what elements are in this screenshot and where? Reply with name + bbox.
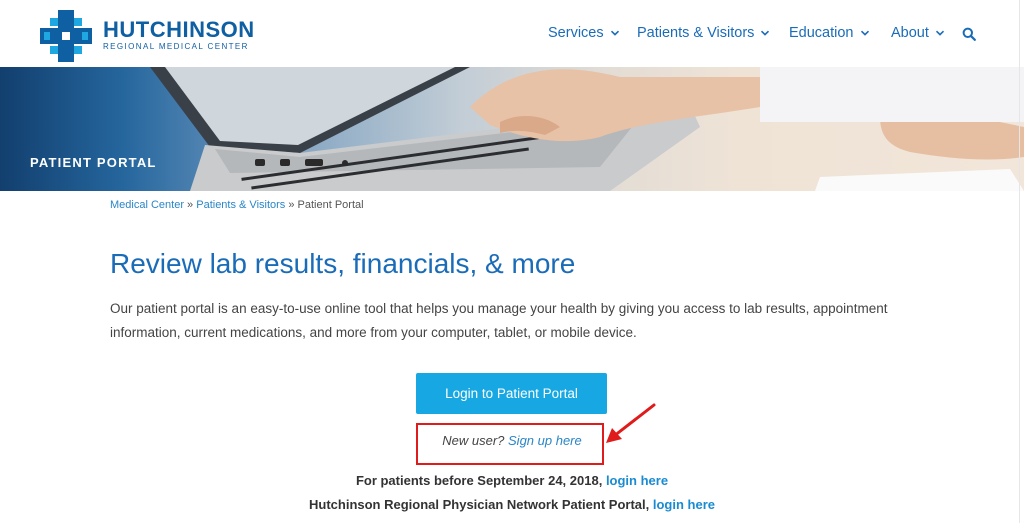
breadcrumb-link-patients-visitors[interactable]: Patients & Visitors: [196, 199, 285, 211]
sign-up-link[interactable]: Sign up here: [508, 433, 582, 448]
new-user-line: New user? Sign up here: [0, 433, 1024, 448]
nav-label: Patients & Visitors: [637, 25, 755, 41]
breadcrumb-separator: »: [288, 199, 295, 211]
hospital-cross-logo-icon[interactable]: [40, 10, 92, 62]
page-edge: [1019, 0, 1020, 523]
physician-network-text: Hutchinson Regional Physician Network Pa…: [309, 497, 650, 512]
chevron-down-icon: [761, 30, 770, 36]
physician-network-line: Hutchinson Regional Physician Network Pa…: [0, 497, 1024, 512]
chevron-down-icon: [860, 30, 869, 36]
breadcrumb: Medical Center » Patients & Visitors » P…: [110, 199, 364, 211]
page-headline: Review lab results, financials, & more: [110, 248, 576, 279]
laptop-hands-photo: [150, 67, 1024, 191]
brand-subtitle: REGIONAL MEDICAL CENTER: [103, 42, 249, 51]
physician-network-login-link[interactable]: login here: [653, 497, 715, 512]
nav-about[interactable]: About: [891, 25, 945, 41]
nav-patients-visitors[interactable]: Patients & Visitors: [637, 25, 770, 41]
hero-banner: PATIENT PORTAL: [0, 67, 1024, 191]
breadcrumb-link-medical-center[interactable]: Medical Center: [110, 199, 184, 211]
brand[interactable]: HUTCHINSON REGIONAL MEDICAL CENTER: [103, 17, 255, 52]
search-icon[interactable]: [962, 27, 976, 41]
older-patients-login-link[interactable]: login here: [606, 473, 668, 488]
nav-services[interactable]: Services: [548, 25, 620, 41]
login-portal-button[interactable]: Login to Patient Portal: [416, 373, 607, 414]
nav-label: Education: [789, 25, 854, 41]
nav-label: Services: [548, 25, 604, 41]
site-header: HUTCHINSON REGIONAL MEDICAL CENTER Servi…: [0, 0, 1024, 67]
older-patients-text: For patients before September 24, 2018,: [355, 473, 603, 488]
new-user-prefix: New user?: [442, 433, 505, 448]
nav-education[interactable]: Education: [789, 25, 870, 41]
chevron-down-icon: [610, 30, 619, 36]
chevron-down-icon: [935, 30, 944, 36]
intro-paragraph: Our patient portal is an easy-to-use onl…: [110, 301, 888, 340]
older-patients-line: For patients before September 24, 2018, …: [0, 473, 1024, 488]
brand-name: HUTCHINSON: [103, 17, 255, 42]
hero-title: PATIENT PORTAL: [30, 155, 157, 170]
breadcrumb-current: Patient Portal: [297, 199, 364, 211]
nav-label: About: [891, 25, 929, 41]
breadcrumb-separator: »: [187, 199, 194, 211]
red-arrow-annotation-icon: [606, 403, 656, 443]
